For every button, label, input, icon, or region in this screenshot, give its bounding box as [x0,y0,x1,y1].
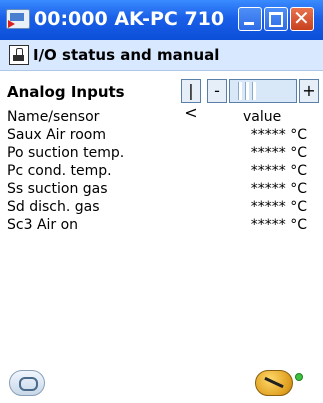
table-row[interactable]: Po suction temp. ***** °C [0,145,323,163]
nav-first-button[interactable]: |< [181,79,201,122]
sensor-name: Ss suction gas [7,181,108,197]
sensor-name: Saux Air room [7,127,106,143]
glasses-icon [19,377,38,391]
prev-page-icon: - [214,81,220,100]
section-title: Analog Inputs [7,83,125,101]
app-icon-arrow [8,20,15,28]
nav-prev-button[interactable]: - [207,79,227,103]
page-title: I/O status and manual [33,46,220,64]
service-key-icon [264,376,284,389]
sensor-value: ***** °C [250,181,307,197]
io-status-icon[interactable] [9,45,29,65]
maximize-icon [269,12,283,27]
status-led [295,373,303,381]
column-header-name: Name/sensor [7,109,100,125]
sensor-name: Po suction temp. [7,145,125,161]
nav-next-button[interactable]: + [299,79,319,103]
sensor-value: ***** °C [250,163,307,179]
page-scroll-track[interactable] [229,79,297,103]
sensor-value: ***** °C [250,199,307,215]
minimize-icon [244,22,254,25]
table-row[interactable]: Sd disch. gas ***** °C [0,199,323,217]
window-titlebar[interactable]: 00:000 AK-PC 710 ✕ [0,0,323,41]
minimize-button[interactable] [238,7,262,31]
scroll-thumb-3[interactable] [252,82,256,100]
table-row[interactable]: Pc cond. temp. ***** °C [0,163,323,181]
next-page-icon: + [302,81,316,100]
lock-body [13,55,24,61]
close-button[interactable]: ✕ [290,6,314,31]
service-key-button[interactable] [255,370,293,396]
close-icon: ✕ [293,6,310,30]
sensor-name: Sc3 Air on [7,217,79,233]
sensor-value: ***** °C [250,145,307,161]
sensor-value: ***** °C [250,127,307,143]
glasses-button[interactable] [9,370,45,396]
app-icon[interactable] [6,9,30,29]
sensor-name: Sd disch. gas [7,199,100,215]
maximize-button[interactable] [264,7,288,31]
table-row[interactable]: Ss suction gas ***** °C [0,181,323,199]
page-header: I/O status and manual [0,40,323,71]
window-title: 00:000 AK-PC 710 [34,8,225,30]
table-row[interactable]: Sc3 Air on ***** °C [0,217,323,235]
sensor-value: ***** °C [250,217,307,233]
table-row[interactable]: Saux Air room ***** °C [0,127,323,145]
column-header-value: value [243,109,282,125]
sensor-name: Pc cond. temp. [7,163,112,179]
scroll-thumb-1[interactable] [238,82,242,100]
first-page-icon: |< [184,81,198,122]
scroll-thumb-2[interactable] [245,82,249,100]
